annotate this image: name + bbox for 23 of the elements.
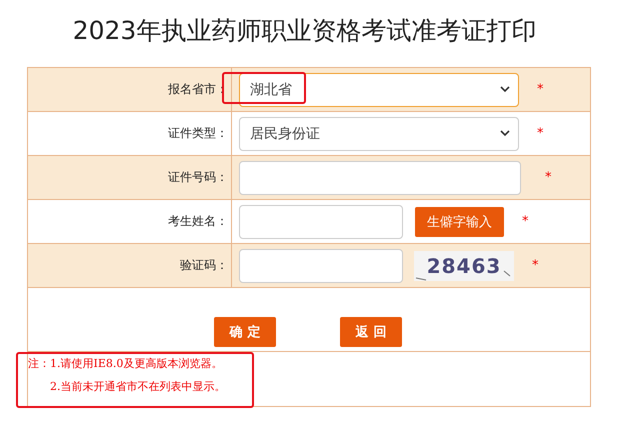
captcha-input[interactable]	[239, 248, 403, 282]
page-title: 2023年执业药师职业资格考试准考证打印	[72, 14, 538, 46]
text-input[interactable]	[239, 204, 403, 238]
chevron-down-icon	[500, 86, 510, 93]
required-mark: *	[532, 258, 538, 273]
note-text: 2.当前未开通省市不在列表中显示。	[49, 379, 226, 394]
dropdown-select[interactable]: 湖北省	[239, 72, 519, 106]
required-mark: *	[537, 126, 544, 141]
required-mark: *	[522, 214, 528, 229]
captcha-image: 28463	[414, 250, 514, 280]
chevron-down-icon	[500, 130, 510, 137]
rare-character-button[interactable]: 生僻字输入	[415, 206, 504, 236]
field-label: 考生姓名：	[28, 200, 232, 243]
back-button[interactable]: 返 回	[340, 316, 402, 346]
text-input[interactable]	[239, 160, 521, 194]
required-mark: *	[537, 82, 544, 97]
confirm-button[interactable]: 确 定	[214, 316, 276, 346]
field-label: 验证码：	[28, 244, 232, 287]
field-label: 证件类型：	[28, 112, 232, 155]
dropdown-select[interactable]: 居民身份证	[239, 116, 519, 150]
field-label: 证件号码：	[28, 156, 232, 199]
required-mark: *	[545, 170, 552, 185]
note-text: 注：1.请使用IE8.0及更高版本浏览器。	[28, 356, 224, 371]
